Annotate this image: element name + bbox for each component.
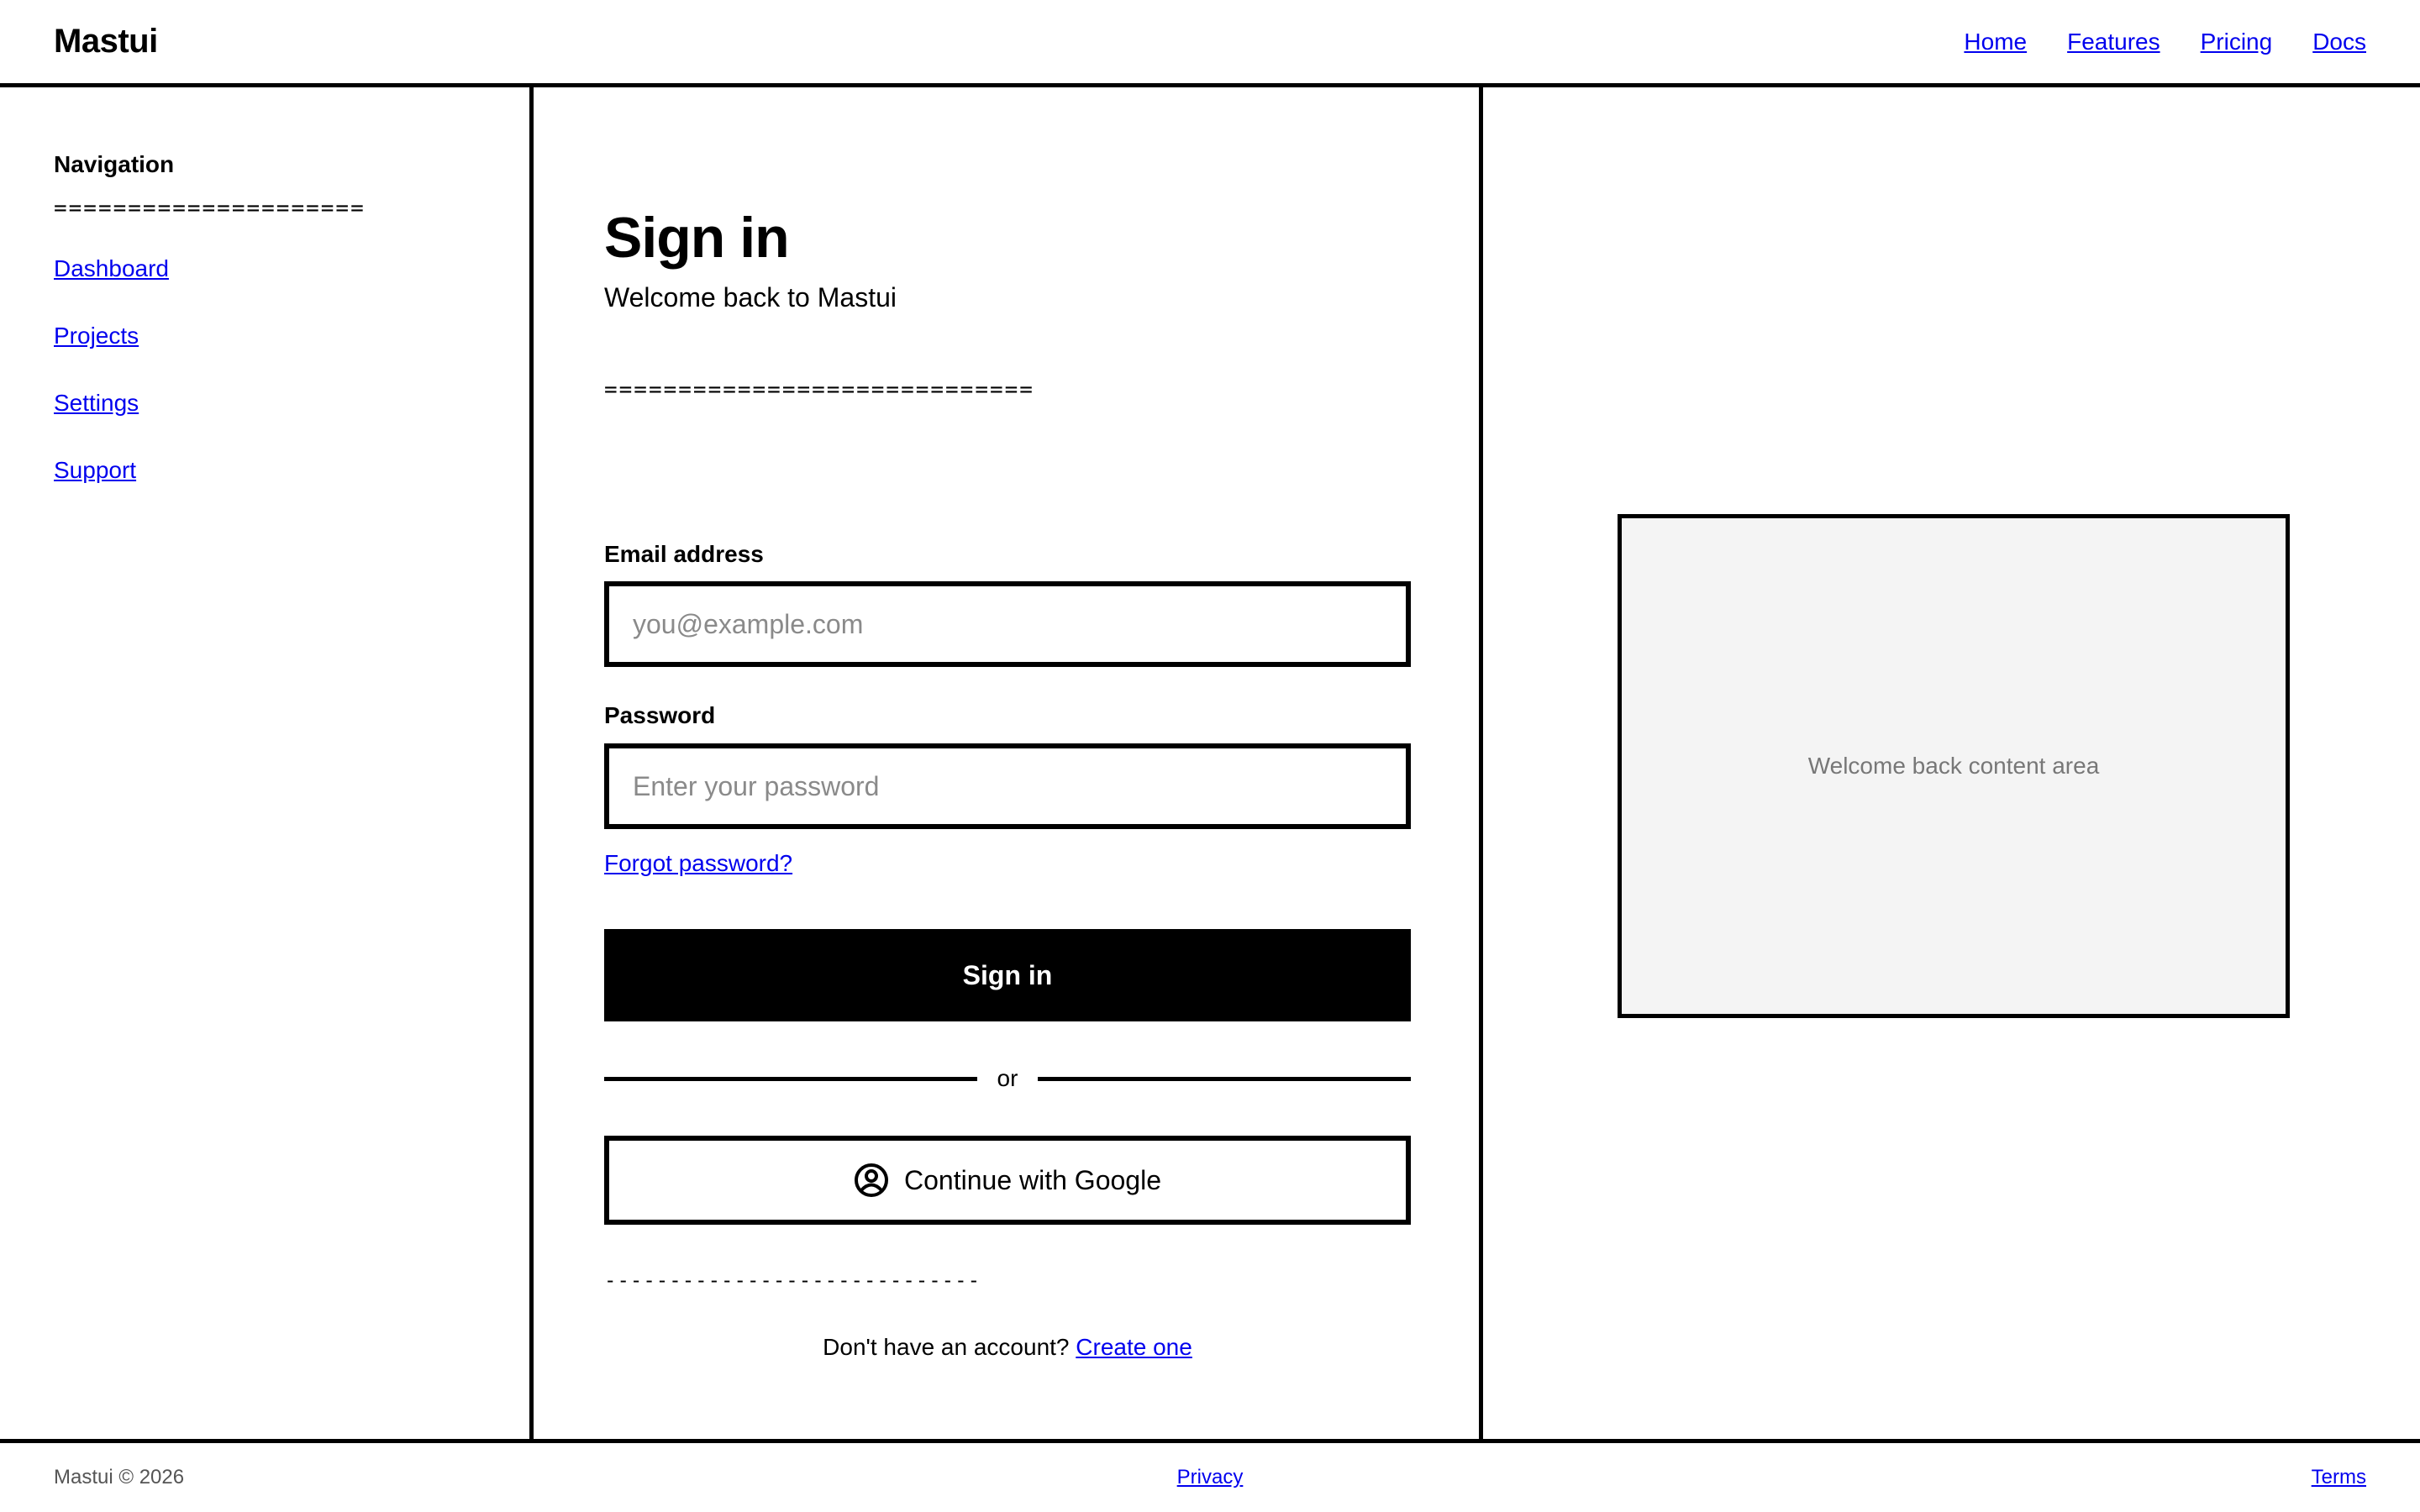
divider-line-left bbox=[604, 1076, 977, 1081]
content-placeholder: Welcome back content area bbox=[1618, 514, 2290, 1018]
sidebar-links: Dashboard Projects Settings Support bbox=[54, 254, 476, 486]
right-panel: Welcome back content area bbox=[1479, 87, 2420, 1439]
main-rule: ============================= bbox=[604, 377, 1034, 402]
footer-copyright: Mastui © 2026 bbox=[54, 1466, 185, 1488]
sidebar-item-support[interactable]: Support bbox=[54, 455, 476, 486]
sidebar: Navigation ===================== Dashboa… bbox=[0, 87, 534, 1439]
footer-privacy-link[interactable]: Privacy bbox=[1177, 1466, 1244, 1489]
logo: Mastui bbox=[54, 23, 158, 60]
email-label: Email address bbox=[604, 541, 764, 567]
divider-text: or bbox=[997, 1065, 1018, 1091]
sign-in-panel: Sign in Welcome back to Mastui =========… bbox=[538, 87, 1479, 1439]
content-placeholder-text: Welcome back content area bbox=[1807, 753, 2100, 779]
top-header: Mastui Home Features Pricing Docs bbox=[0, 0, 2420, 87]
password-label: Password bbox=[604, 702, 716, 728]
email-field[interactable] bbox=[604, 581, 1411, 667]
footer-terms-link[interactable]: Terms bbox=[2312, 1466, 2366, 1488]
sidebar-item-dashboard[interactable]: Dashboard bbox=[54, 254, 476, 284]
google-sign-in-button[interactable]: Continue with Google bbox=[604, 1136, 1411, 1225]
footer-right: Terms bbox=[2030, 1466, 2366, 1489]
nav-link-docs[interactable]: Docs bbox=[2312, 29, 2366, 55]
nav-link-pricing[interactable]: Pricing bbox=[2201, 29, 2273, 55]
or-divider: or bbox=[604, 1062, 1411, 1095]
signup-row: Don't have an account? Create one bbox=[604, 1334, 1411, 1361]
divider-line-right bbox=[1038, 1076, 1411, 1081]
google-button-label: Continue with Google bbox=[904, 1164, 1161, 1195]
password-field[interactable] bbox=[604, 743, 1411, 829]
top-nav: Home Features Pricing Docs bbox=[1964, 29, 2366, 55]
dashed-rule: ----------------------------- bbox=[604, 1268, 981, 1292]
footer: Mastui © 2026 Privacy Terms bbox=[0, 1439, 2420, 1512]
sidebar-item-projects[interactable]: Projects bbox=[54, 321, 476, 351]
signup-text: Don't have an account? bbox=[823, 1334, 1070, 1360]
sidebar-heading: Navigation bbox=[54, 151, 175, 177]
page-subtitle: Welcome back to Mastui bbox=[604, 282, 897, 312]
nav-link-home[interactable]: Home bbox=[1964, 29, 2027, 55]
sidebar-rule: ===================== bbox=[54, 196, 366, 221]
sidebar-item-settings[interactable]: Settings bbox=[54, 388, 476, 418]
nav-link-features[interactable]: Features bbox=[2067, 29, 2160, 55]
user-circle-icon bbox=[854, 1163, 889, 1198]
create-account-link[interactable]: Create one bbox=[1076, 1334, 1192, 1360]
page-title: Sign in bbox=[604, 206, 790, 270]
sign-in-button[interactable]: Sign in bbox=[604, 929, 1411, 1021]
forgot-password-link[interactable]: Forgot password? bbox=[604, 850, 792, 877]
